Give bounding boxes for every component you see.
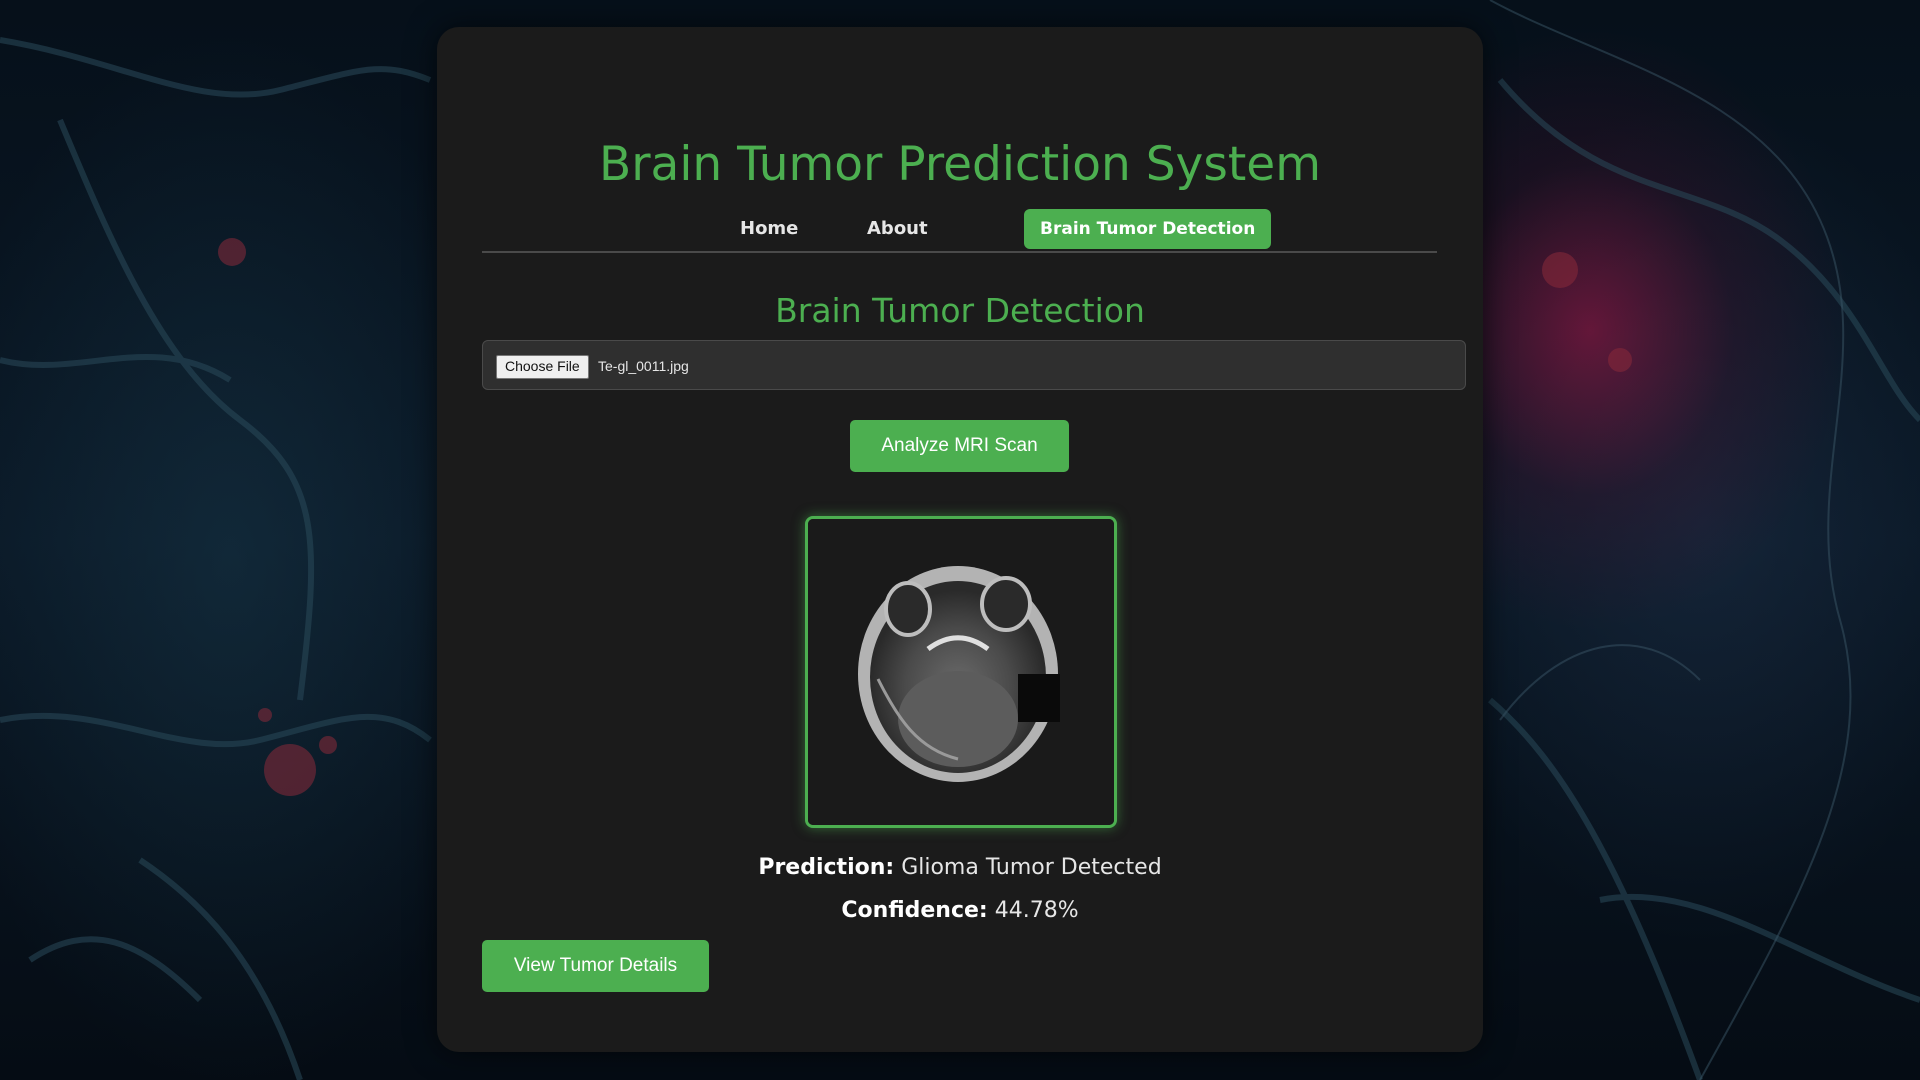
section-title: Brain Tumor Detection: [775, 291, 1145, 330]
confidence-result: Confidence: 44.78%: [437, 896, 1483, 926]
main-panel: Brain Tumor Prediction System Home About…: [437, 27, 1483, 1052]
nav-item-home[interactable]: Home: [740, 209, 798, 249]
mri-scan-image: [805, 516, 1117, 828]
choose-file-button[interactable]: Choose File: [496, 355, 589, 379]
page-title: Brain Tumor Prediction System: [598, 137, 1321, 192]
selected-file-name: Te-gl_0011.jpg: [598, 358, 689, 374]
prediction-value: Glioma Tumor Detected: [901, 855, 1162, 880]
prediction-label: Prediction:: [758, 855, 895, 880]
confidence-label: Confidence:: [841, 898, 988, 923]
view-tumor-details-button[interactable]: View Tumor Details: [482, 940, 709, 992]
analyze-mri-scan-button[interactable]: Analyze MRI Scan: [850, 420, 1069, 472]
confidence-value: 44.78%: [994, 898, 1079, 923]
nav-bar: Home About Brain Tumor Detection: [482, 207, 1437, 253]
prediction-result: Prediction: Glioma Tumor Detected: [437, 853, 1483, 883]
nav-item-about[interactable]: About: [867, 209, 928, 249]
nav-item-brain-tumor-detection[interactable]: Brain Tumor Detection: [1024, 209, 1272, 249]
file-input[interactable]: Choose File Te-gl_0011.jpg: [482, 340, 1466, 390]
